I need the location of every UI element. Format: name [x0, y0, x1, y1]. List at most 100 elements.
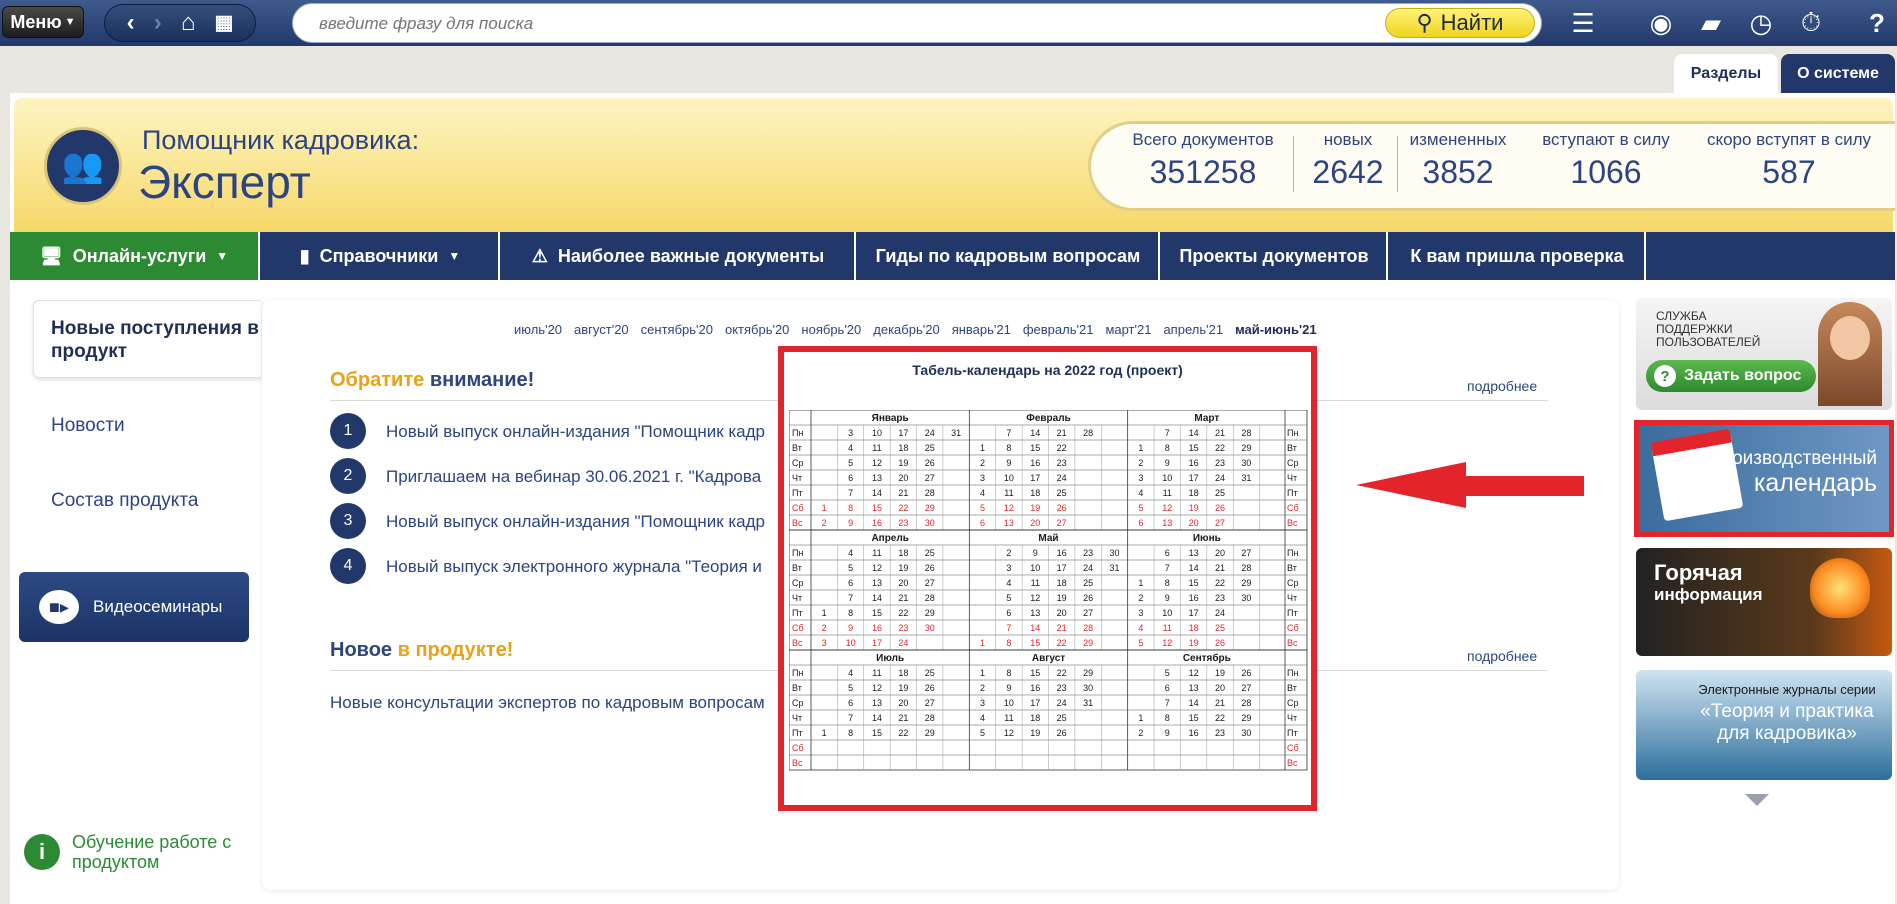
production-calendar-banner[interactable]: Производственный календарь [1634, 420, 1894, 537]
search-input[interactable] [319, 12, 1369, 36]
home-icon[interactable]: ⌂ [181, 11, 196, 35]
menu-button[interactable]: Меню ▼ [2, 6, 84, 38]
calendar-day-label: Пн [1287, 668, 1298, 678]
calendar-date: 25 [925, 548, 935, 558]
stat-soon[interactable]: скоро вступят в силу 587 [1702, 130, 1876, 191]
banner-label: календарь [1753, 469, 1877, 497]
calendar-date: 18 [898, 668, 908, 678]
journals-banner[interactable]: Электронные журналы серии «Теория и практ… [1636, 670, 1892, 780]
calendar-day-label: Сб [1287, 743, 1299, 753]
month-link[interactable]: ноябрь'20 [801, 322, 861, 337]
calendar-date: 21 [898, 713, 908, 723]
stat-value: 587 [1762, 154, 1816, 190]
calendar-day-label: Ср [1287, 458, 1299, 468]
calendar-day-label: Чт [1287, 713, 1297, 723]
user-icon[interactable]: ◉ [1646, 8, 1676, 38]
calendar-date: 10 [1162, 473, 1172, 483]
attention-more-link[interactable]: подробнее [1467, 378, 1537, 394]
news-item[interactable]: Новый выпуск электронного журнала "Теори… [386, 557, 762, 577]
calendar-day-label: Вс [1287, 518, 1298, 528]
help-icon[interactable]: ? [1862, 8, 1892, 38]
calendar-date: 13 [1162, 518, 1172, 528]
month-link[interactable]: апрель'21 [1163, 322, 1223, 337]
calendar-date: 1 [822, 608, 827, 618]
calendar-date: 13 [1030, 608, 1040, 618]
sidebar-item-product-content[interactable]: Состав продукта [51, 490, 198, 512]
calendar-date: 31 [1109, 563, 1119, 573]
heading-part: в продукте! [397, 639, 514, 661]
folder-icon[interactable]: ▰ [1696, 8, 1726, 38]
learn-product-link[interactable]: i Обучение работе с продуктом [24, 832, 232, 872]
month-link[interactable]: август'20 [574, 322, 629, 337]
stopwatch-icon[interactable]: ⏱ [1796, 7, 1826, 38]
ask-question-button[interactable]: ? Задать вопрос [1646, 360, 1816, 392]
new-in-product-more-link[interactable]: подробнее [1467, 648, 1537, 664]
list-icon[interactable]: ☰ [1568, 8, 1598, 38]
calendar-date: 14 [872, 488, 882, 498]
new-in-product-item[interactable]: Новые консультации экспертов по кадровым… [330, 693, 765, 713]
tab-about[interactable]: О системе [1781, 54, 1895, 94]
scroll-down-icon[interactable] [1745, 794, 1769, 806]
grid-icon[interactable]: ▦ [214, 13, 233, 33]
product-logo-icon: 👥 [44, 127, 122, 205]
calendar-date: 29 [1241, 713, 1251, 723]
video-seminars-button[interactable]: ■▸ Видеосеминары [19, 572, 249, 642]
month-link[interactable]: декабрь'20 [873, 322, 939, 337]
calendar-date: 14 [1030, 428, 1040, 438]
month-link[interactable]: сентябрь'20 [641, 322, 713, 337]
nav-references[interactable]: ▮ Справочники ▼ [262, 232, 500, 280]
tab-sections[interactable]: Разделы [1674, 54, 1778, 94]
sidebar-item-news[interactable]: Новости [51, 415, 125, 437]
hot-info-banner[interactable]: Горячая информация [1636, 548, 1892, 656]
month-link[interactable]: январь'21 [952, 322, 1011, 337]
month-link-current[interactable]: май-июнь'21 [1235, 322, 1317, 337]
news-item[interactable]: Новый выпуск онлайн-издания "Помощник ка… [386, 422, 765, 442]
calendar-date: 7 [848, 488, 853, 498]
find-button[interactable]: ⚲ Найти [1385, 8, 1535, 38]
nav-doc-projects[interactable]: Проекты документов [1162, 232, 1388, 280]
calendar-date: 25 [1057, 713, 1067, 723]
nav-inspection[interactable]: К вам пришла проверка [1390, 232, 1646, 280]
clock-icon[interactable]: ◷ [1746, 8, 1776, 38]
banner-label: Горячая [1654, 560, 1743, 585]
nav-online-services[interactable]: 🖥 Онлайн-услуги ▼ [10, 232, 260, 280]
calendar-date: 5 [1165, 668, 1170, 678]
month-link[interactable]: март'21 [1105, 322, 1151, 337]
news-item[interactable]: Приглашаем на вебинар 30.06.2021 г. "Кад… [386, 467, 761, 487]
calendar-date: 26 [1057, 503, 1067, 513]
month-link[interactable]: октябрь'20 [725, 322, 789, 337]
calendar-date: 18 [1030, 713, 1040, 723]
nav-label: Онлайн-услуги [72, 245, 207, 266]
calendar-date: 27 [1057, 518, 1067, 528]
stat-new[interactable]: новых 2642 [1303, 130, 1393, 191]
caret-down-icon: ▼ [448, 249, 461, 263]
calendar-date: 23 [1057, 458, 1067, 468]
calendar-date: 8 [1165, 713, 1170, 723]
stat-total[interactable]: Всего документов 351258 [1130, 130, 1276, 191]
nav-hr-guides[interactable]: Гиды по кадровым вопросам [858, 232, 1160, 280]
chevron-left-icon[interactable]: ‹ [127, 11, 135, 35]
news-number: 4 [330, 548, 366, 584]
nav-label: Наиболее важные документы [557, 245, 825, 266]
calendar-date: 4 [1138, 488, 1143, 498]
monitor-icon: 🖥 [39, 245, 63, 266]
sidebar-item-new-arrivals[interactable]: Новые поступления в продукт [33, 300, 261, 378]
calendar-day-label: Пт [792, 488, 803, 498]
calendar-day-label: Ср [792, 578, 804, 588]
calendar-date: 27 [1215, 518, 1225, 528]
stat-entering[interactable]: вступают в силу 1066 [1537, 130, 1675, 191]
calendar-date: 11 [872, 443, 881, 453]
month-link[interactable]: февраль'21 [1023, 322, 1094, 337]
month-link[interactable]: июль'20 [514, 322, 562, 337]
calendar-date: 18 [1189, 488, 1199, 498]
calendar-date: 20 [898, 473, 908, 483]
nav-important-docs[interactable]: ⚠ Наиболее важные документы [502, 232, 856, 280]
calendar-date: 25 [1215, 623, 1225, 633]
support-banner[interactable]: СЛУЖБА ПОДДЕРЖКИ ПОЛЬЗОВАТЕЛЕЙ ? Задать в… [1636, 298, 1892, 410]
news-item[interactable]: Новый выпуск онлайн-издания "Помощник ка… [386, 512, 765, 532]
calendar-date: 15 [872, 608, 882, 618]
ask-label: Задать вопрос [1684, 367, 1802, 384]
calendar-date: 2 [980, 683, 985, 693]
chevron-right-icon[interactable]: › [154, 11, 162, 35]
stat-changed[interactable]: измененных 3852 [1404, 130, 1512, 191]
